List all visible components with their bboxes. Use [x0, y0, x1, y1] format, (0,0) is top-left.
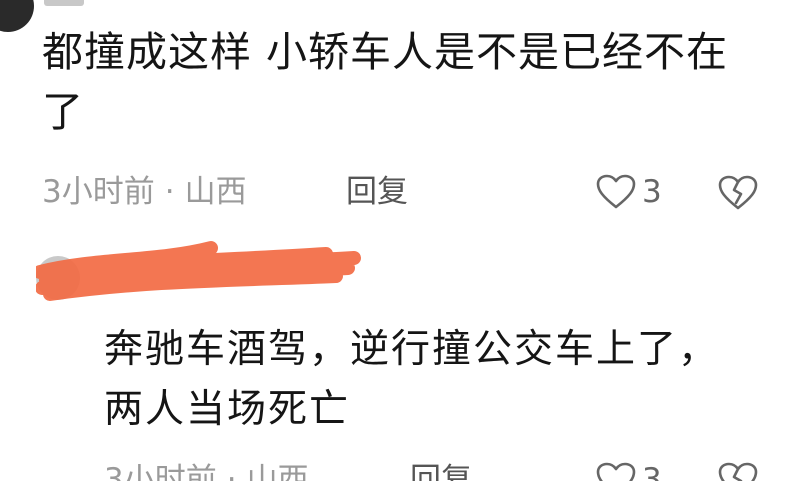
broken-heart-icon: [718, 462, 758, 481]
like-button[interactable]: 3: [596, 172, 662, 212]
username-placeholder: [44, 0, 84, 6]
comment-text: 都撞成这样 小轿车人是不是已经不在了: [42, 28, 729, 136]
avatar[interactable]: [0, 0, 34, 32]
reply-text: 奔驰车酒驾，逆行撞公交车上了，两人当场死亡: [104, 327, 720, 432]
broken-heart-icon: [718, 175, 758, 210]
meta-separator: ·: [226, 462, 237, 481]
comment-time: 3小时前: [42, 174, 155, 210]
comment-meta: 3小时前 · 山西: [42, 172, 247, 212]
heart-outline-icon: [596, 462, 636, 481]
like-count: 3: [642, 174, 662, 210]
reply-location: 山西: [246, 462, 309, 481]
reply-header: [36, 240, 396, 301]
reply-like-button[interactable]: 3: [596, 460, 662, 481]
redaction-scribble: [36, 241, 361, 301]
reply-button[interactable]: 回复: [346, 172, 408, 212]
reply-like-count: 3: [642, 462, 662, 481]
reply-meta: 3小时前 · 山西: [104, 460, 309, 481]
reply-meta-row: 3小时前 · 山西 回复 3: [0, 460, 800, 481]
heart-outline-icon: [596, 174, 636, 209]
meta-separator: ·: [164, 174, 175, 210]
reply-reply-button[interactable]: 回复: [410, 460, 472, 481]
comment-thread: 都撞成这样 小轿车人是不是已经不在了 3小时前 · 山西 回复 3 奔驰车酒驾，逆行…: [0, 0, 800, 481]
reply-time: 3小时前: [104, 462, 217, 481]
comment-location: 山西: [184, 174, 247, 210]
dislike-button[interactable]: [718, 175, 758, 215]
reply-dislike-button[interactable]: [718, 462, 758, 481]
